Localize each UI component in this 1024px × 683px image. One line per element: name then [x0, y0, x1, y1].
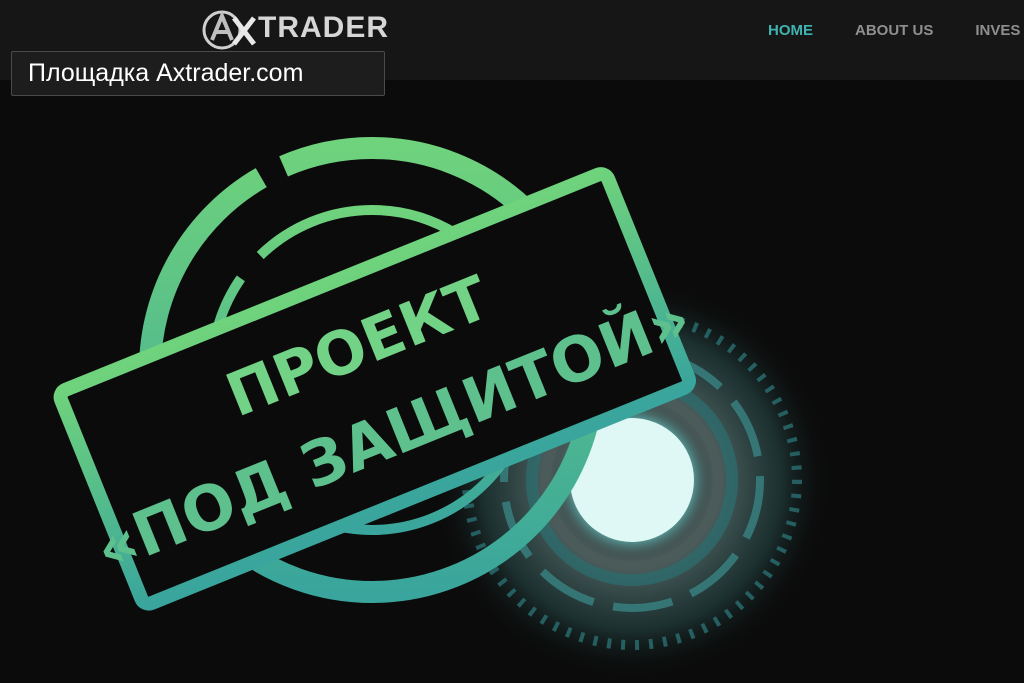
hero-artwork: ПРОЕКТ «ПОД ЗАЩИТОЙ»	[53, 137, 832, 680]
image-caption: Площадка Axtrader.com	[11, 51, 385, 96]
caption-text: Площадка Axtrader.com	[28, 59, 304, 87]
